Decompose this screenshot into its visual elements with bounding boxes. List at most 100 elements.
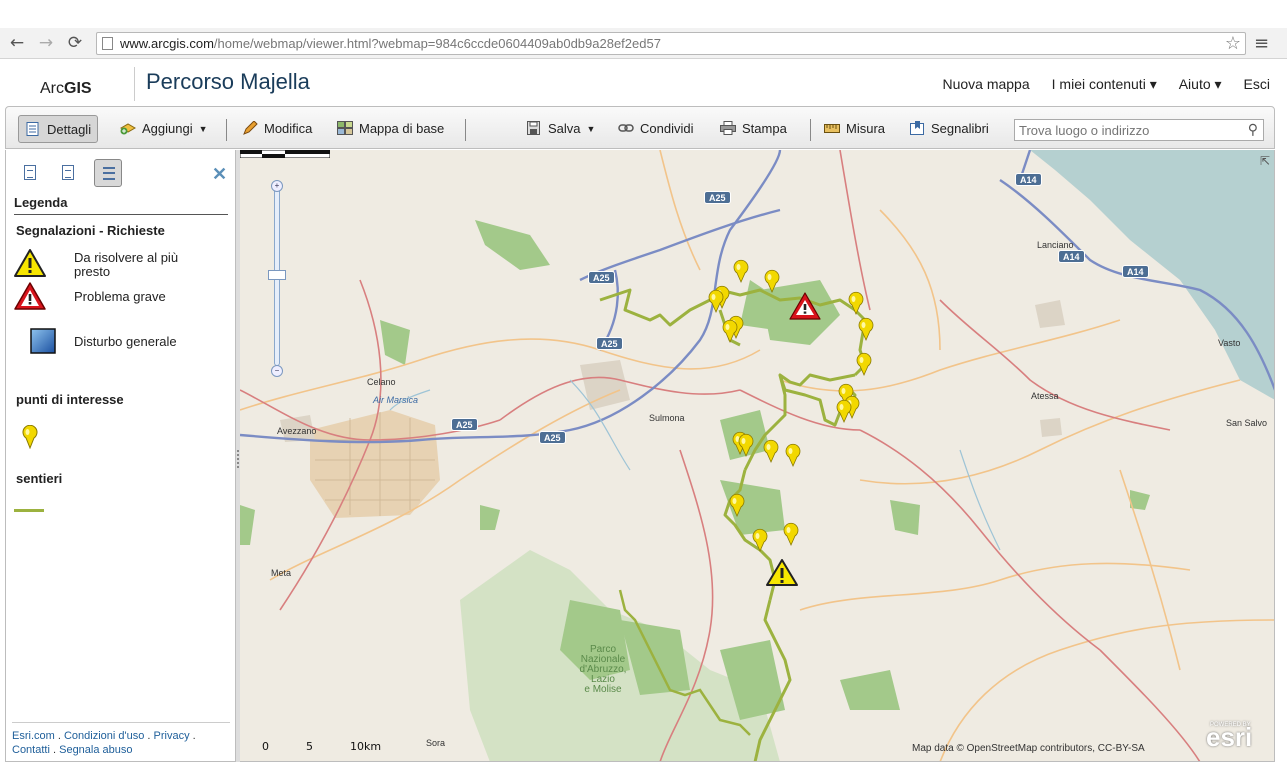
poi-pin[interactable] bbox=[733, 259, 749, 283]
save-button[interactable]: Salva ▼ bbox=[526, 115, 595, 143]
tab-contents[interactable] bbox=[54, 159, 82, 187]
map-view[interactable]: A25 A25 A25 A25 A25 A14 A14 A14 Lanciano… bbox=[240, 150, 1275, 762]
poi-pin[interactable] bbox=[752, 528, 768, 552]
poi-pin[interactable] bbox=[848, 291, 864, 315]
measure-label: Misura bbox=[846, 121, 886, 136]
poi-pin[interactable] bbox=[858, 317, 874, 341]
legend-label-general: Disturbo generale bbox=[74, 334, 177, 349]
bookmark-star-icon[interactable]: ☆ bbox=[1225, 33, 1241, 54]
about-icon bbox=[24, 165, 36, 180]
find-place-search[interactable]: ⚲ bbox=[1014, 119, 1264, 141]
zoom-in-icon[interactable]: + bbox=[271, 180, 283, 192]
poi-pin[interactable] bbox=[763, 439, 779, 463]
url-text[interactable]: www.arcgis.com/home/webmap/viewer.html?w… bbox=[120, 36, 661, 51]
search-input[interactable] bbox=[1015, 120, 1235, 140]
url-path: /home/webmap/viewer.html?webmap=984c6ccd… bbox=[213, 36, 661, 51]
basemap-button[interactable]: Mappa di base bbox=[337, 115, 444, 143]
poi-pin[interactable] bbox=[783, 522, 799, 546]
toolbar-separator bbox=[465, 119, 466, 141]
nav-help[interactable]: Aiuto ▾ bbox=[1179, 76, 1222, 93]
poi-pin[interactable] bbox=[836, 399, 852, 423]
esri-logo[interactable]: esri bbox=[1206, 722, 1252, 753]
scale-label: 5 bbox=[306, 740, 313, 753]
poi-pin[interactable] bbox=[738, 433, 754, 457]
link-privacy[interactable]: Privacy bbox=[154, 730, 190, 742]
printer-icon bbox=[720, 121, 736, 135]
reload-icon[interactable]: ⟳ bbox=[64, 32, 86, 54]
footer-dot: . bbox=[147, 730, 151, 742]
print-button[interactable]: Stampa bbox=[720, 115, 787, 143]
browser-menu-icon[interactable]: ≡ bbox=[1254, 33, 1269, 54]
nav-new-map[interactable]: Nuova mappa bbox=[942, 76, 1029, 93]
details-button[interactable]: Dettagli bbox=[18, 115, 99, 143]
scale-bar bbox=[240, 150, 330, 158]
legend-label-urgent: Da risolvere al più presto bbox=[74, 250, 179, 279]
layer-poi-title: punti di interesse bbox=[16, 392, 124, 407]
ruler-icon bbox=[824, 124, 840, 133]
warning-red-icon bbox=[14, 282, 46, 310]
tab-about[interactable] bbox=[16, 159, 44, 187]
footer-dot: . bbox=[192, 730, 196, 742]
forward-icon[interactable]: → bbox=[35, 32, 57, 54]
problem-urgent-marker[interactable] bbox=[766, 559, 798, 586]
header-divider bbox=[134, 67, 135, 101]
details-label: Dettagli bbox=[47, 122, 92, 137]
legend-icon bbox=[103, 167, 115, 180]
poi-pin[interactable] bbox=[708, 289, 724, 313]
problem-serious-marker[interactable] bbox=[789, 292, 821, 320]
save-dropdown-caret-icon: ▼ bbox=[586, 124, 596, 134]
link-esri[interactable]: Esri.com bbox=[12, 730, 55, 742]
add-button[interactable]: Aggiungi ▼ bbox=[120, 115, 208, 143]
edit-button[interactable]: Modifica bbox=[242, 115, 312, 143]
bookmarks-button[interactable]: Segnalibri bbox=[909, 115, 989, 143]
legend-title: Legenda bbox=[14, 195, 228, 215]
expand-map-icon[interactable]: ⇱ bbox=[1260, 154, 1270, 168]
footer-dot: . bbox=[57, 730, 61, 742]
edit-label: Modifica bbox=[264, 121, 313, 136]
measure-button[interactable]: Misura bbox=[824, 115, 885, 143]
poi-pin[interactable] bbox=[764, 269, 780, 293]
bookmarks-label: Segnalibri bbox=[931, 121, 989, 136]
scale-label: 0 bbox=[262, 740, 269, 753]
browser-toolbar: ← → ⟳ www.arcgis.com/home/webmap/viewer.… bbox=[0, 28, 1287, 59]
share-label: Condividi bbox=[640, 121, 694, 136]
zoom-slider[interactable]: + − bbox=[268, 180, 286, 377]
search-icon[interactable]: ⚲ bbox=[1248, 122, 1258, 138]
panel-tabs: ✕ bbox=[6, 156, 237, 187]
share-button[interactable]: Condividi bbox=[618, 115, 693, 143]
tab-legend[interactable] bbox=[94, 159, 122, 187]
url-host: www.arcgis.com bbox=[120, 36, 214, 51]
layer-trails-title: sentieri bbox=[16, 471, 63, 486]
legend-label-serious: Problema grave bbox=[74, 289, 166, 304]
nav-my-content[interactable]: I miei contenuti ▾ bbox=[1052, 76, 1157, 93]
poi-pin[interactable] bbox=[785, 443, 801, 467]
address-bar[interactable]: www.arcgis.com/home/webmap/viewer.html?w… bbox=[96, 32, 1246, 55]
link-contacts[interactable]: Contatti bbox=[12, 744, 50, 756]
toolbar-separator bbox=[226, 119, 227, 141]
poi-pin[interactable] bbox=[722, 319, 738, 343]
nav-sign-out[interactable]: Esci bbox=[1244, 76, 1270, 93]
floppy-disk-icon bbox=[527, 121, 540, 135]
poi-pin[interactable] bbox=[729, 493, 745, 517]
map-attribution: Map data © OpenStreetMap contributors, C… bbox=[912, 743, 1145, 754]
back-icon[interactable]: ← bbox=[6, 32, 28, 54]
contents-icon bbox=[62, 165, 74, 180]
link-terms[interactable]: Condizioni d'uso bbox=[64, 730, 144, 742]
details-icon bbox=[26, 122, 39, 136]
link-report-abuse[interactable]: Segnala abuso bbox=[59, 744, 132, 756]
scale-label: 10km bbox=[350, 740, 382, 753]
zoom-thumb[interactable] bbox=[268, 270, 286, 280]
zoom-out-icon[interactable]: − bbox=[271, 365, 283, 377]
logo-bold: GIS bbox=[64, 80, 92, 97]
close-panel-icon[interactable]: ✕ bbox=[212, 164, 227, 185]
add-label: Aggiungi bbox=[142, 121, 193, 136]
save-label: Salva bbox=[548, 121, 581, 136]
poi-pin[interactable] bbox=[856, 352, 872, 376]
toolbar-separator bbox=[810, 119, 811, 141]
page-icon bbox=[102, 37, 113, 50]
arcgis-logo[interactable]: ArcGIS bbox=[40, 80, 92, 98]
details-panel: ✕ Legenda Segnalazioni - Richieste Da ri… bbox=[5, 150, 236, 762]
chain-link-icon bbox=[618, 124, 634, 132]
basemap-label: Mappa di base bbox=[359, 121, 445, 136]
top-nav: Nuova mappa I miei contenuti ▾ Aiuto ▾ E… bbox=[942, 76, 1270, 93]
